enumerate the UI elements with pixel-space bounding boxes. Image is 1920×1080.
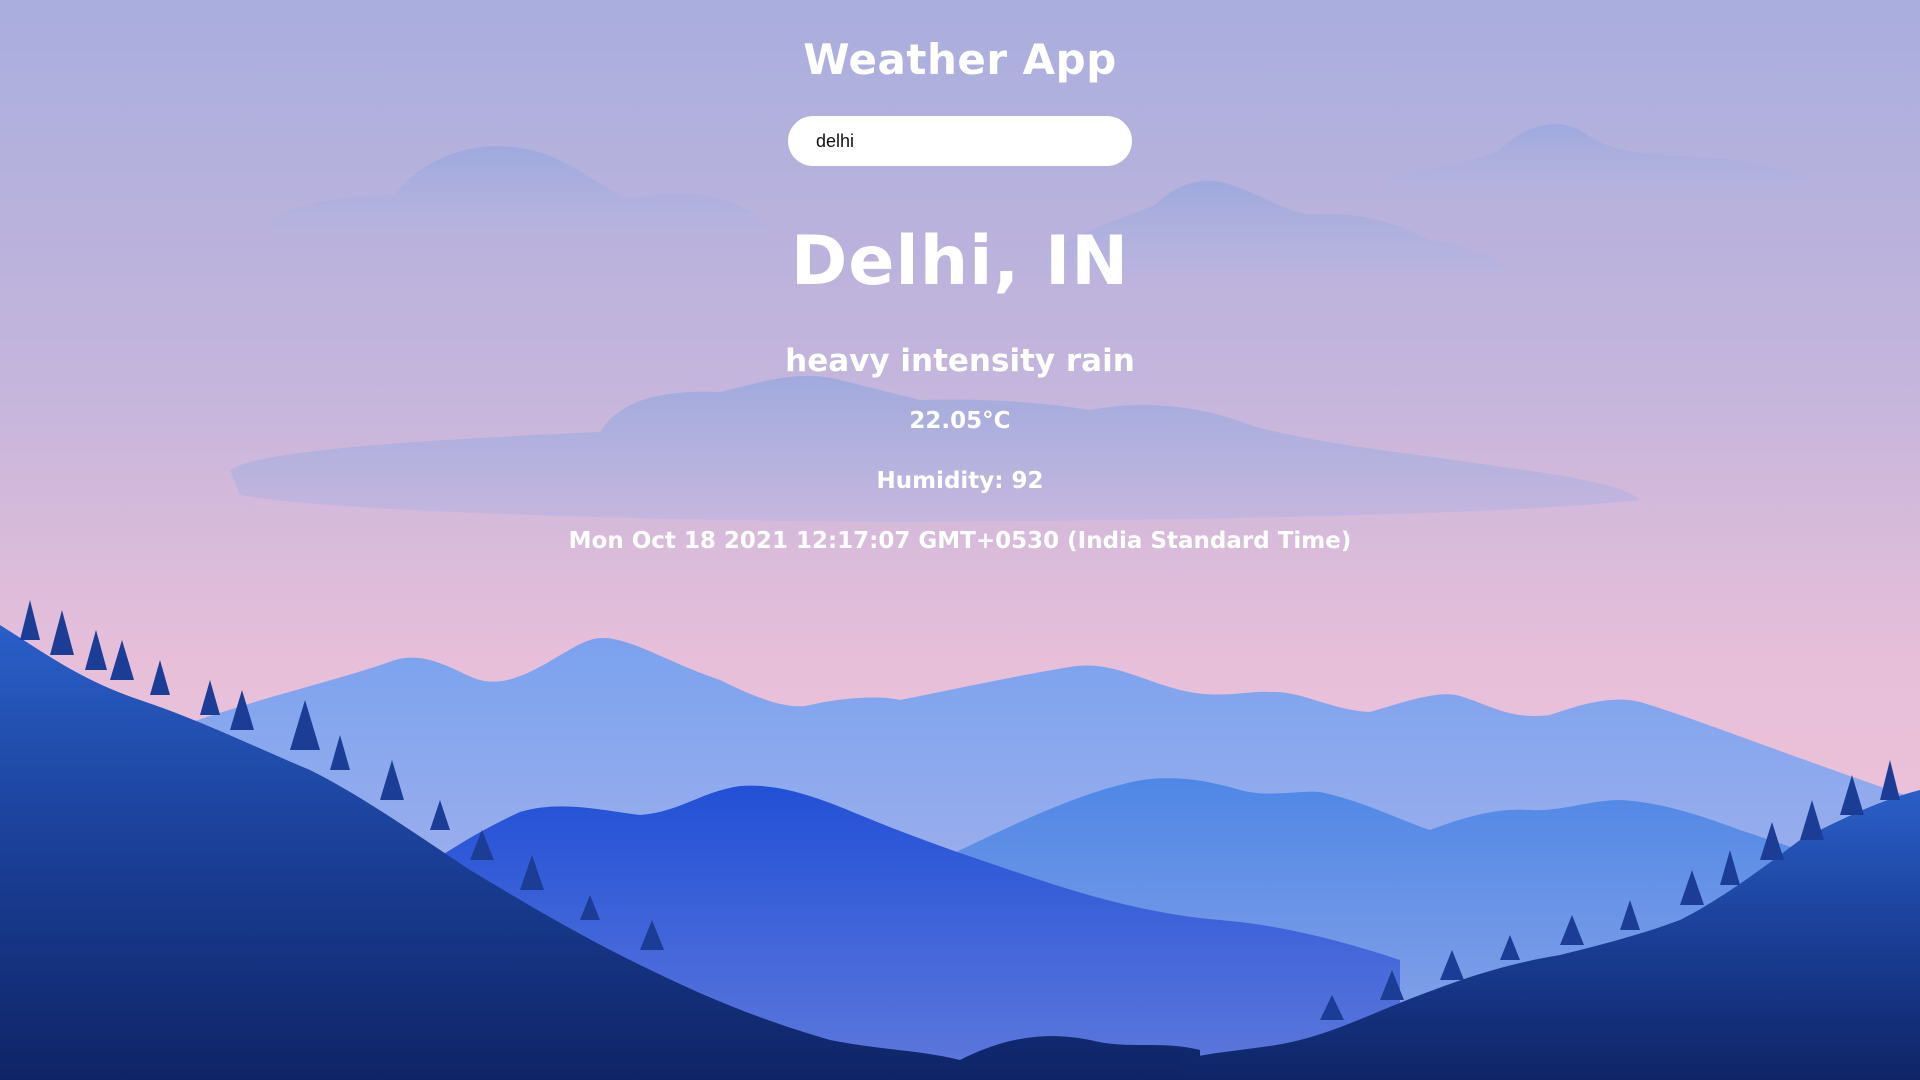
humidity-label: Humidity: bbox=[876, 468, 1004, 494]
weather-app: Weather App Delhi, IN heavy intensity ra… bbox=[0, 0, 1920, 556]
current-datetime: Mon Oct 18 2021 12:17:07 GMT+0530 (India… bbox=[568, 528, 1352, 554]
location-name: Delhi, IN bbox=[790, 222, 1130, 301]
app-title: Weather App bbox=[803, 35, 1117, 84]
weather-description: heavy intensity rain bbox=[785, 343, 1135, 379]
humidity-value: 92 bbox=[1011, 468, 1044, 494]
temperature: 22.05°C bbox=[909, 408, 1011, 434]
city-search-input[interactable] bbox=[788, 116, 1132, 166]
humidity: Humidity: 92 bbox=[876, 466, 1043, 496]
